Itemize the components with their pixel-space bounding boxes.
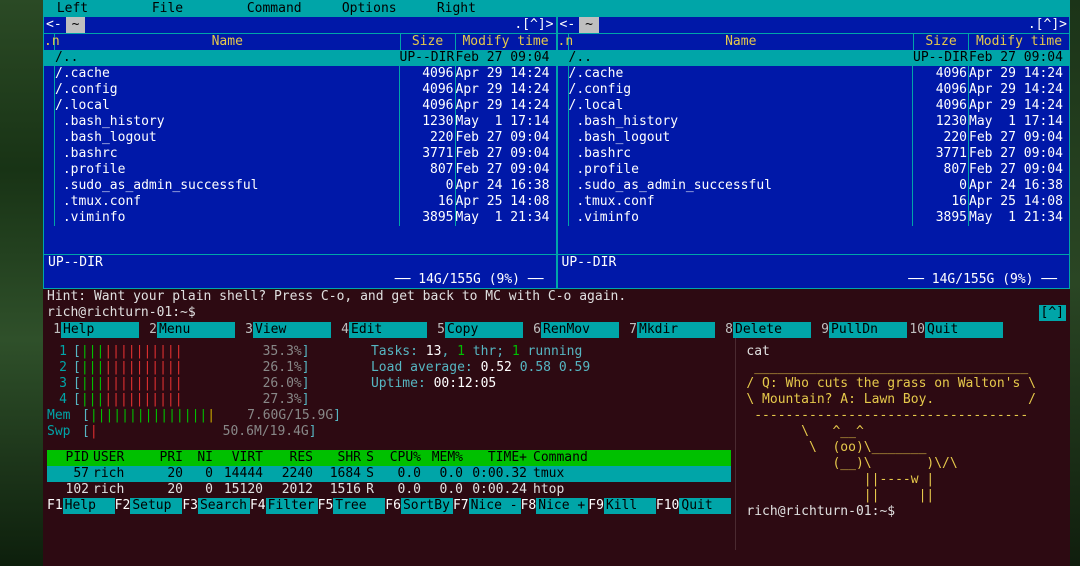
file-row[interactable]: .tmux.conf16Apr 25 14:08: [558, 194, 1070, 210]
htop-uptime: Uptime: 00:12:05: [371, 376, 590, 392]
file-row[interactable]: /..UP--DIRFeb 27 09:04: [44, 50, 556, 66]
mc-panels: <-~.[^]>.nNameSizeModify time/..UP--DIRF…: [43, 17, 1070, 289]
mc-fkey-mkdir[interactable]: 7Mkdir: [619, 321, 715, 338]
panel-status: UP--DIR: [558, 254, 1070, 272]
htop-fkey-quit[interactable]: F10Quit: [656, 498, 731, 514]
file-row[interactable]: .bash_history1230May 1 17:14: [44, 114, 556, 130]
file-row[interactable]: /..UP--DIRFeb 27 09:04: [558, 50, 1070, 66]
file-row[interactable]: .bashrc3771Feb 27 09:04: [44, 146, 556, 162]
file-row[interactable]: .sudo_as_admin_successful0Apr 24 16:38: [44, 178, 556, 194]
htop-fkey-kill[interactable]: F9Kill: [588, 498, 656, 514]
mc-function-keys: 1Help2Menu3View4Edit5Copy6RenMov7Mkdir8D…: [43, 321, 1070, 338]
cowsay-output: ___________________________________ / Q:…: [746, 360, 1064, 504]
htop-process-row[interactable]: 57rich2001444422401684S0.00.00:00.32tmux: [47, 466, 731, 482]
mc-panel-left[interactable]: <-~ .[^]>.nNameSizeModify time/..UP--DIRF…: [43, 17, 557, 289]
mc-menu-bar: Left File Command Options Right: [43, 0, 1070, 17]
htop-cpu-bar: 1[|||||||||||||35.3%]: [47, 344, 341, 360]
panel-column-headers[interactable]: .nNameSizeModify time: [44, 34, 556, 50]
mc-fkey-quit[interactable]: 10Quit: [907, 321, 1003, 338]
terminal-window: Left File Command Options Right <-~.[^]>…: [43, 0, 1070, 566]
htop-mem-bar: Mem[||||||||||||||||7.60G/15.9G]: [47, 408, 341, 424]
mc-menu-file[interactable]: File: [144, 1, 239, 17]
file-row[interactable]: .profile807Feb 27 09:04: [44, 162, 556, 178]
panel-disk-usage: ── 14G/155G (9%) ──: [558, 272, 1070, 288]
mc-fkey-renmov[interactable]: 6RenMov: [523, 321, 619, 338]
cowsay-command: cat: [746, 344, 1064, 360]
htop-fkey-setup[interactable]: F2Setup: [115, 498, 183, 514]
mc-fkey-delete[interactable]: 8Delete: [715, 321, 811, 338]
mc-fkey-menu[interactable]: 2Menu: [139, 321, 235, 338]
mc-panel-right[interactable]: <-~ .[^]>.nNameSizeModify time/..UP--DIRF…: [557, 17, 1071, 289]
htop-fkey-filter[interactable]: F4Filter: [250, 498, 318, 514]
file-row[interactable]: .sudo_as_admin_successful0Apr 24 16:38: [558, 178, 1070, 194]
htop-fkey-sortby[interactable]: F6SortBy: [385, 498, 453, 514]
file-row[interactable]: .bash_logout220Feb 27 09:04: [558, 130, 1070, 146]
file-row[interactable]: .tmux.conf16Apr 25 14:08: [44, 194, 556, 210]
panel-title-tab[interactable]: ~: [579, 17, 599, 33]
htop-swp-bar: Swp[|50.6M/19.4G]: [47, 424, 341, 440]
mc-menu-left[interactable]: Left: [49, 1, 144, 17]
htop-cpu-bar: 4[|||||||||||||27.3%]: [47, 392, 341, 408]
panel-column-headers[interactable]: .nNameSizeModify time: [558, 34, 1070, 50]
panel-title-tab[interactable]: ~: [66, 17, 86, 33]
mc-menu-options[interactable]: Options: [334, 1, 429, 17]
panel-left-arrow-icon[interactable]: <-: [560, 17, 576, 33]
file-row[interactable]: /.cache4096Apr 29 14:24: [44, 66, 556, 82]
mc-menu-right[interactable]: Right: [429, 1, 524, 17]
file-row[interactable]: .profile807Feb 27 09:04: [558, 162, 1070, 178]
mc-fkey-help[interactable]: 1Help: [43, 321, 139, 338]
htop-fkey-help[interactable]: F1Help: [47, 498, 115, 514]
htop-process-row[interactable]: 102rich2001512020121516R0.00.00:00.24hto…: [47, 482, 731, 498]
panel-disk-usage: ── 14G/155G (9%) ──: [44, 272, 556, 288]
prompt-text: rich@richturn-01:~$: [47, 305, 196, 321]
htop-tasks: Tasks: 13, 1 thr; 1 running: [371, 344, 590, 360]
file-row[interactable]: /.local4096Apr 29 14:24: [558, 98, 1070, 114]
file-row[interactable]: .bash_logout220Feb 27 09:04: [44, 130, 556, 146]
htop-fkey-nice[interactable]: F8Nice +: [521, 498, 589, 514]
mc-fkey-edit[interactable]: 4Edit: [331, 321, 427, 338]
file-row[interactable]: .viminfo3895May 1 21:34: [44, 210, 556, 226]
htop-load: Load average: 0.52 0.58 0.59: [371, 360, 590, 376]
htop-fkey-search[interactable]: F3Search: [182, 498, 250, 514]
htop-process-header[interactable]: PIDUSERPRINIVIRTRESSHRSCPU%MEM%TIME+Comm…: [47, 450, 731, 466]
file-row[interactable]: .bash_history1230May 1 17:14: [558, 114, 1070, 130]
htop-cpu-bar: 3[|||||||||||||26.0%]: [47, 376, 341, 392]
file-row[interactable]: /.config4096Apr 29 14:24: [44, 82, 556, 98]
file-row[interactable]: .viminfo3895May 1 21:34: [558, 210, 1070, 226]
mc-hint-line: Hint: Want your plain shell? Press C-o, …: [43, 289, 1070, 305]
panel-right-icons[interactable]: .[^]>: [514, 17, 553, 33]
mc-fkey-copy[interactable]: 5Copy: [427, 321, 523, 338]
htop-cpu-bar: 2[|||||||||||||26.1%]: [47, 360, 341, 376]
mc-shell-prompt[interactable]: rich@richturn-01:~$ [^]: [43, 305, 1070, 321]
htop-function-keys: F1HelpF2SetupF3SearchF4FilterF5TreeF6Sor…: [47, 498, 731, 514]
panel-status: UP--DIR: [44, 254, 556, 272]
file-row[interactable]: /.config4096Apr 29 14:24: [558, 82, 1070, 98]
panel-left-arrow-icon[interactable]: <-: [46, 17, 62, 33]
prompt-flag[interactable]: [^]: [1039, 305, 1066, 321]
htop-pane[interactable]: 1[|||||||||||||35.3%]2[|||||||||||||26.1…: [43, 338, 735, 550]
cowsay-shell-prompt[interactable]: rich@richturn-01:~$: [746, 504, 1064, 520]
cowsay-pane[interactable]: cat ___________________________________ …: [735, 338, 1070, 550]
mc-menu-command[interactable]: Command: [239, 1, 334, 17]
mc-fkey-pulldn[interactable]: 9PullDn: [811, 321, 907, 338]
file-row[interactable]: /.cache4096Apr 29 14:24: [558, 66, 1070, 82]
panel-right-icons[interactable]: .[^]>: [1028, 17, 1067, 33]
htop-fkey-nice[interactable]: F7Nice -: [453, 498, 521, 514]
mc-fkey-view[interactable]: 3View: [235, 321, 331, 338]
file-row[interactable]: .bashrc3771Feb 27 09:04: [558, 146, 1070, 162]
htop-fkey-tree[interactable]: F5Tree: [318, 498, 386, 514]
file-row[interactable]: /.local4096Apr 29 14:24: [44, 98, 556, 114]
